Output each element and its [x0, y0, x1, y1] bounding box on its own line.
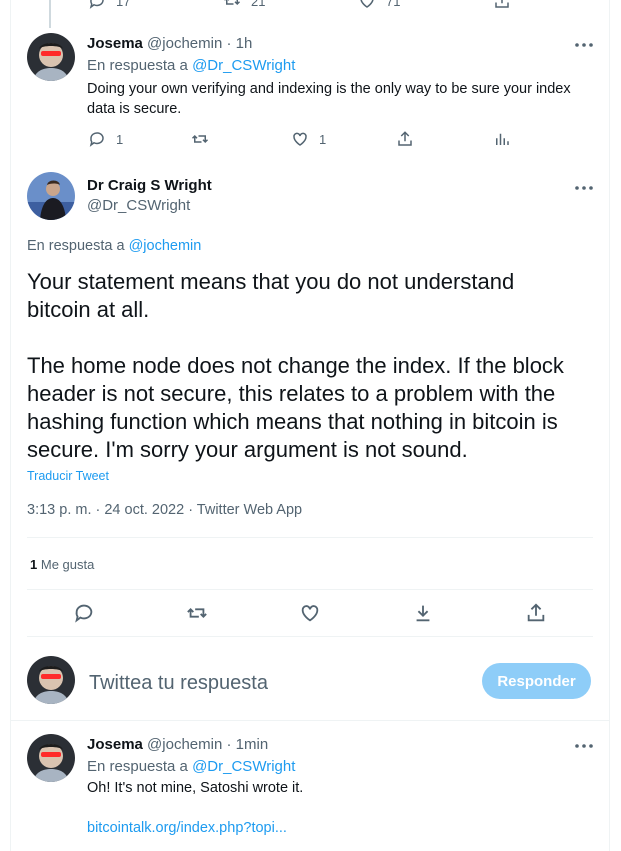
- tweet-time[interactable]: 1h: [236, 35, 253, 52]
- like-button[interactable]: 1: [291, 130, 326, 148]
- reply-context: En respuesta a @Dr_CSWright: [87, 57, 295, 74]
- tweet-link[interactable]: bitcointalk.org/index.php?topi...: [87, 820, 287, 836]
- avatar[interactable]: [27, 734, 75, 782]
- tweet-text: Your statement means that you do not und…: [27, 268, 564, 464]
- prev-reply-count: 17: [116, 0, 131, 9]
- retweet-icon: [224, 0, 241, 6]
- like-icon: [360, 0, 374, 8]
- author-name[interactable]: Josema: [87, 736, 143, 753]
- share-button[interactable]: [396, 130, 414, 148]
- prev-retweet-count: 21: [251, 0, 266, 9]
- like-count: 1: [319, 131, 327, 147]
- reply-context: En respuesta a @Dr_CSWright: [87, 758, 295, 775]
- share-button[interactable]: [525, 602, 547, 624]
- tweet-text-line: secure. I'm sorry your argument is not s…: [27, 437, 468, 462]
- tweet-text-line: Doing your own verifying and indexing is…: [87, 81, 571, 97]
- like-button[interactable]: [299, 602, 321, 624]
- reply-context-prefix: En respuesta a: [87, 57, 188, 74]
- analytics-button[interactable]: [493, 130, 511, 148]
- reply-context-handle[interactable]: @jochemin: [129, 238, 202, 254]
- tweet-timestamp[interactable]: 3:13 p. m. · 24 oct. 2022 · Twitter Web …: [27, 502, 302, 518]
- more-icon[interactable]: [574, 180, 594, 190]
- likes-count: 1: [30, 557, 38, 572]
- prev-reply-button[interactable]: 17: [88, 0, 130, 10]
- reply-context-prefix: En respuesta a: [87, 758, 188, 775]
- retweet-icon: [191, 134, 209, 144]
- prev-like-count: 71: [386, 0, 401, 9]
- separator: ·: [226, 736, 232, 753]
- bookmark-icon: [416, 605, 430, 622]
- tweet-text-line: header is not secure, this relates to a …: [27, 381, 556, 406]
- author-name[interactable]: Dr Craig S Wright: [87, 177, 212, 194]
- like-icon: [293, 132, 307, 146]
- share-icon: [495, 0, 509, 8]
- reply-count: 1: [116, 131, 124, 147]
- analytics-icon: [496, 133, 509, 145]
- prev-tweet-actions: 17 21 71: [88, 0, 518, 10]
- divider: [27, 537, 593, 538]
- bookmark-button[interactable]: [412, 602, 434, 624]
- prev-share-button[interactable]: [493, 0, 511, 10]
- reply-context-handle[interactable]: @Dr_CSWright: [192, 758, 295, 775]
- reply-context-handle[interactable]: @Dr_CSWright: [192, 57, 295, 74]
- reply2-header: Josema @jochemin · 1min: [87, 736, 268, 753]
- reply-context: En respuesta a @jochemin: [27, 238, 201, 254]
- avatar[interactable]: [27, 172, 75, 220]
- avatar: [27, 656, 75, 704]
- reply-context-prefix: En respuesta a: [27, 238, 125, 254]
- likes-summary[interactable]: 1 Me gusta: [30, 557, 94, 572]
- tweet-text-line: hashing function which means that nothin…: [27, 409, 558, 434]
- reply1-actions: 1 1: [88, 130, 518, 150]
- tweet-text-line: The home node does not change the index.…: [27, 353, 564, 378]
- reply1-header: Josema @jochemin · 1h: [87, 35, 252, 52]
- author-handle[interactable]: @jochemin: [147, 736, 222, 753]
- main-tweet-actions: [27, 602, 593, 626]
- reply-icon: [89, 132, 104, 147]
- avatar[interactable]: [27, 33, 75, 81]
- author-name[interactable]: Josema: [87, 35, 143, 52]
- retweet-button[interactable]: [191, 130, 209, 148]
- reply-icon: [89, 0, 104, 9]
- divider: [27, 589, 593, 590]
- reply-submit-button[interactable]: Responder: [482, 663, 591, 699]
- tweet-text-line: bitcoin at all.: [27, 297, 150, 322]
- reply-button[interactable]: 1: [88, 130, 123, 148]
- prev-like-button[interactable]: 71: [358, 0, 400, 10]
- reply-input[interactable]: Twittea tu respuesta: [89, 672, 268, 695]
- tweet-text-line: data is secure.: [87, 101, 182, 117]
- reply-button[interactable]: [73, 602, 95, 624]
- divider: [27, 636, 593, 637]
- author-handle[interactable]: @Dr_CSWright: [87, 197, 212, 214]
- retweet-icon: [187, 608, 207, 618]
- tweet-text: Oh! It's not mine, Satoshi wrote it.: [87, 780, 304, 796]
- share-icon: [527, 603, 545, 622]
- translate-link[interactable]: Traducir Tweet: [27, 469, 109, 483]
- like-icon: [301, 605, 319, 622]
- retweet-button[interactable]: [186, 602, 208, 624]
- tweet-text-line: Your statement means that you do not und…: [27, 269, 515, 294]
- thread-connector: [49, 0, 51, 28]
- more-icon[interactable]: [574, 738, 594, 748]
- share-icon: [398, 131, 412, 146]
- reply-icon: [75, 604, 93, 623]
- likes-label: Me gusta: [40, 557, 95, 572]
- divider: [11, 720, 609, 721]
- tweet-text: Doing your own verifying and indexing is…: [87, 79, 571, 119]
- main-author: Dr Craig S Wright @Dr_CSWright: [87, 177, 212, 214]
- tweet-time[interactable]: 1min: [236, 736, 269, 753]
- prev-retweet-button[interactable]: 21: [223, 0, 265, 10]
- more-icon[interactable]: [574, 37, 594, 47]
- author-handle[interactable]: @jochemin: [147, 35, 222, 52]
- separator: ·: [226, 35, 232, 52]
